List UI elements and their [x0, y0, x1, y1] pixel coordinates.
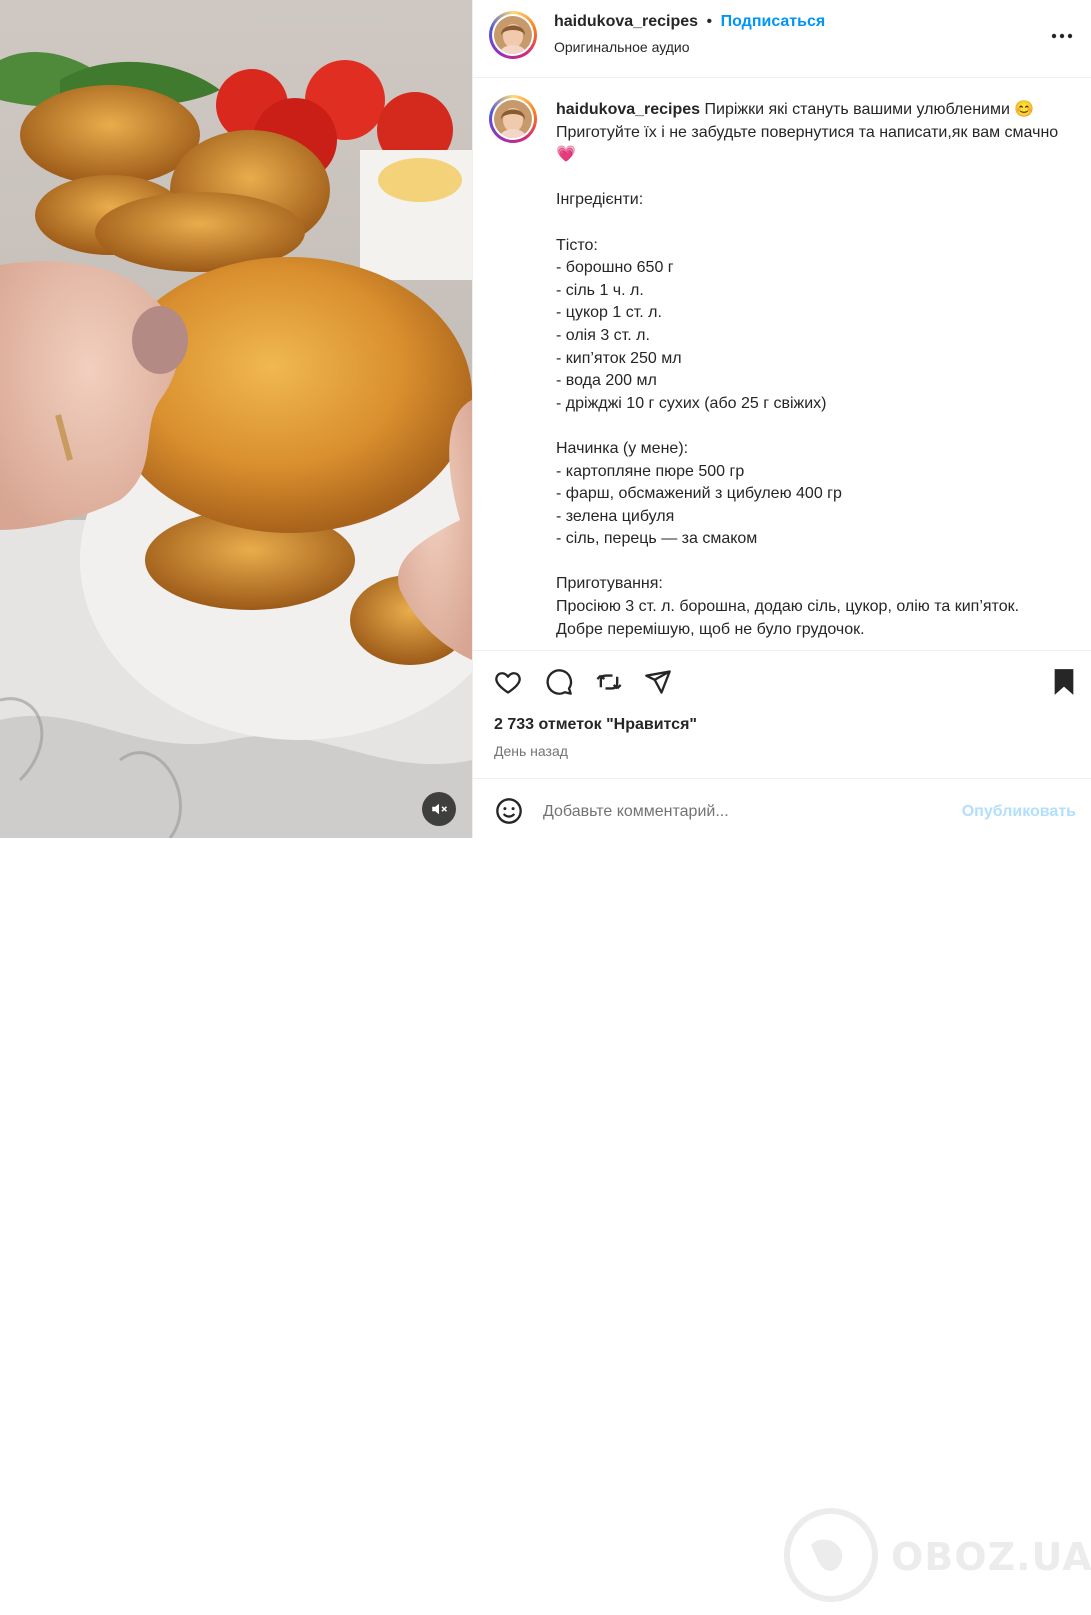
caption-body: Пиріжки які стануть вашими улюбленими 😊 … — [556, 101, 1059, 638]
mute-button[interactable] — [422, 792, 456, 826]
author-username[interactable]: haidukova_recipes — [554, 13, 698, 30]
caption-text: haidukova_recipes Пиріжки які стануть ва… — [556, 99, 1066, 641]
watermark-text: OBOZ.UA — [891, 1535, 1091, 1579]
emoji-icon[interactable] — [493, 795, 525, 827]
audio-label[interactable]: Оригинальное аудио — [554, 39, 690, 55]
bookmark-icon[interactable] — [1048, 666, 1080, 698]
post-header: haidukova_recipes • Подписаться Оригинал… — [473, 0, 1091, 78]
video-frame — [0, 0, 472, 838]
more-options-icon[interactable] — [1050, 24, 1074, 48]
caption-username[interactable]: haidukova_recipes — [556, 101, 700, 118]
caption-scroll[interactable]: haidukova_recipes Пиріжки які стануть ва… — [473, 79, 1091, 649]
avatar[interactable] — [489, 11, 537, 59]
oboz-watermark: OBOZ.UA — [781, 1505, 1091, 1615]
post-date[interactable]: День назад — [494, 743, 568, 759]
comment-icon[interactable] — [543, 666, 575, 698]
muted-speaker-icon — [430, 800, 448, 818]
follow-button[interactable]: Подписаться — [721, 13, 826, 30]
caption-avatar[interactable] — [489, 95, 537, 143]
repost-icon[interactable] — [593, 666, 625, 698]
send-icon[interactable] — [642, 666, 674, 698]
likes-count[interactable]: 2 733 отметок "Нравится" — [494, 716, 697, 734]
separator-dot: • — [706, 13, 713, 30]
post-media[interactable] — [0, 0, 472, 838]
publish-button[interactable]: Опубликовать — [962, 803, 1076, 821]
comment-input[interactable]: Добавьте комментарий... — [543, 803, 729, 821]
heart-icon[interactable] — [492, 666, 524, 698]
post-panel: haidukova_recipes • Подписаться Оригинал… — [472, 0, 1091, 1602]
comment-bar: OBOZ.UA Добавьте комментарий... Опублико… — [473, 778, 1091, 1602]
